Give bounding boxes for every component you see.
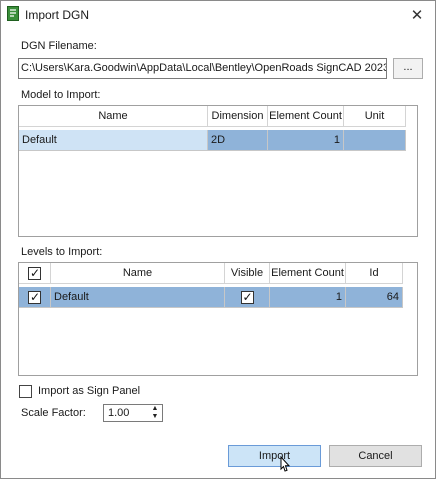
model-grid[interactable]: Name Dimension Element Count Unit Defaul… — [18, 105, 418, 237]
level-cell-name: Default — [51, 287, 225, 308]
level-visible-checkbox[interactable]: ✓ — [240, 289, 254, 304]
level-cell-check[interactable]: ✓ — [19, 287, 51, 308]
scale-factor-value: 1.00 — [108, 407, 130, 419]
title-bar: Import DGN ✕ — [1, 1, 435, 29]
level-cell-element-count: 1 — [270, 287, 346, 308]
import-button[interactable]: Import — [228, 445, 321, 467]
model-cell-element-count: 1 — [268, 130, 344, 151]
levels-col-name[interactable]: Name — [51, 263, 225, 284]
sign-panel-checkbox[interactable] — [19, 385, 32, 398]
model-col-element-count[interactable]: Element Count — [268, 106, 344, 127]
levels-col-select-all[interactable]: ✓ — [19, 263, 51, 284]
levels-col-element-count[interactable]: Element Count — [270, 263, 346, 284]
model-col-dimension[interactable]: Dimension — [208, 106, 268, 127]
cancel-button[interactable]: Cancel — [329, 445, 422, 467]
model-row[interactable]: Default 2D 1 — [19, 130, 406, 151]
scale-factor-stepper[interactable]: 1.00 ▲ ▼ — [103, 404, 163, 422]
mouse-pointer-icon — [279, 455, 291, 472]
model-cell-unit — [344, 130, 406, 151]
sign-panel-label: Import as Sign Panel — [38, 385, 141, 397]
check-icon: ✓ — [29, 289, 41, 304]
level-row-checkbox[interactable]: ✓ — [28, 289, 41, 304]
level-row[interactable]: ✓ Default ✓ 1 64 — [19, 287, 403, 308]
model-cell-dimension: 2D — [208, 130, 268, 151]
spin-up-icon[interactable]: ▲ — [150, 405, 160, 413]
close-icon[interactable]: ✕ — [407, 5, 427, 25]
import-dgn-dialog: Import DGN ✕ DGN Filename: C:\Users\Kara… — [0, 0, 436, 479]
spin-down-icon[interactable]: ▼ — [150, 413, 160, 421]
model-col-unit[interactable]: Unit — [344, 106, 406, 127]
model-label: Model to Import: — [21, 89, 101, 101]
levels-col-visible[interactable]: Visible — [225, 263, 270, 284]
levels-col-id[interactable]: Id — [346, 263, 403, 284]
model-cell-name: Default — [19, 130, 208, 151]
filename-label: DGN Filename: — [21, 40, 97, 52]
select-all-checkbox[interactable]: ✓ — [28, 265, 41, 280]
level-cell-visible[interactable]: ✓ — [225, 287, 270, 308]
check-icon: ✓ — [242, 289, 253, 304]
model-col-name[interactable]: Name — [19, 106, 208, 127]
browse-button[interactable]: ... — [393, 58, 423, 79]
level-cell-id: 64 — [346, 287, 403, 308]
levels-grid[interactable]: ✓ Name Visible Element Count Id ✓ Defaul… — [18, 262, 418, 376]
app-icon — [7, 6, 19, 21]
window-title: Import DGN — [25, 8, 90, 22]
filename-field[interactable]: C:\Users\Kara.Goodwin\AppData\Local\Bent… — [18, 58, 387, 79]
model-grid-header: Name Dimension Element Count Unit — [19, 106, 406, 127]
levels-label: Levels to Import: — [21, 246, 103, 258]
levels-grid-header: ✓ Name Visible Element Count Id — [19, 263, 403, 284]
check-icon: ✓ — [29, 265, 41, 280]
scale-factor-label: Scale Factor: — [21, 407, 86, 419]
